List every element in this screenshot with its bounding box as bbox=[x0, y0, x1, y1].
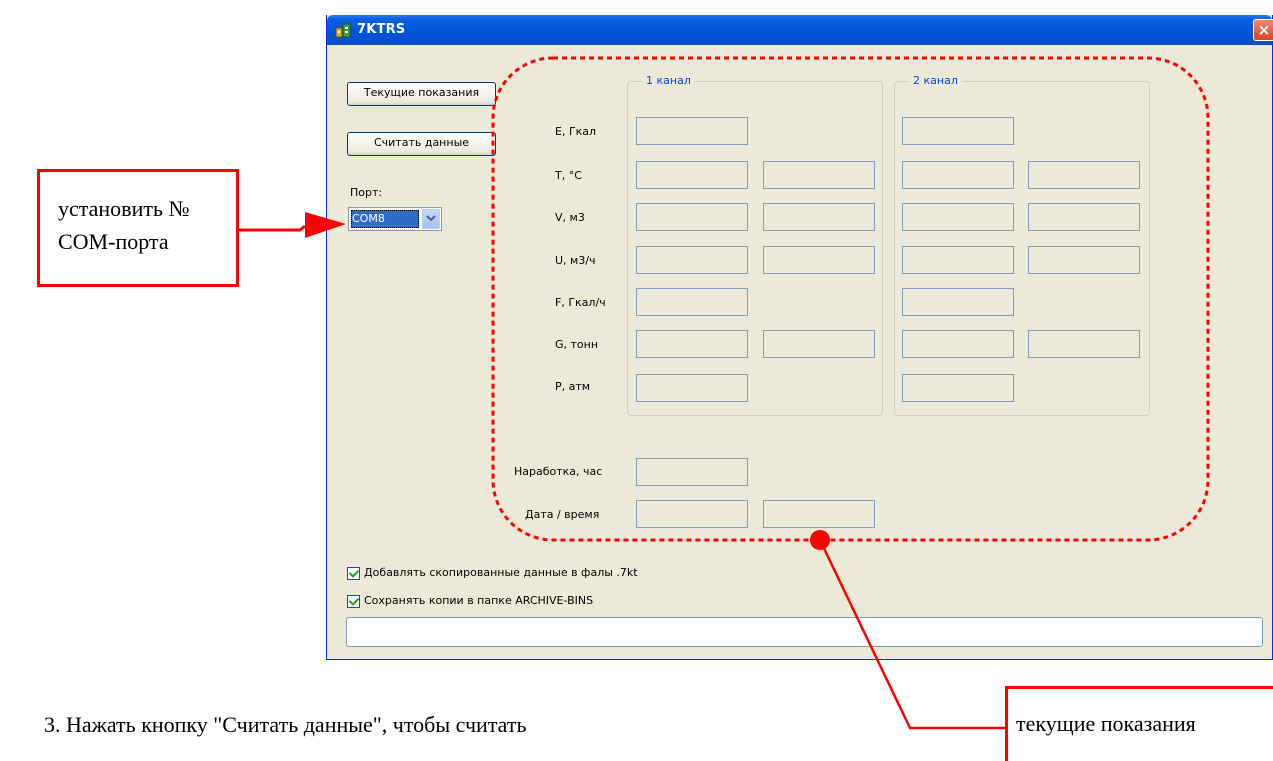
port-callout-line-2: COM-порта bbox=[58, 229, 169, 254]
readings-callout-text: текущие показания bbox=[1016, 711, 1196, 736]
current-readings-region-outline bbox=[491, 56, 1210, 542]
readings-callout: текущие показания bbox=[1005, 686, 1273, 761]
annotation-overlay bbox=[238, 56, 1210, 730]
instruction-step-text: 3. Нажать кнопку "Считать данные", чтобы… bbox=[44, 712, 527, 737]
port-arrow-line bbox=[238, 224, 306, 232]
port-callout-line-1: установить № bbox=[58, 196, 190, 221]
callout-leader-line bbox=[818, 539, 1005, 730]
port-callout: установить № COM-порта bbox=[37, 169, 239, 287]
port-arrow-head bbox=[305, 212, 346, 238]
